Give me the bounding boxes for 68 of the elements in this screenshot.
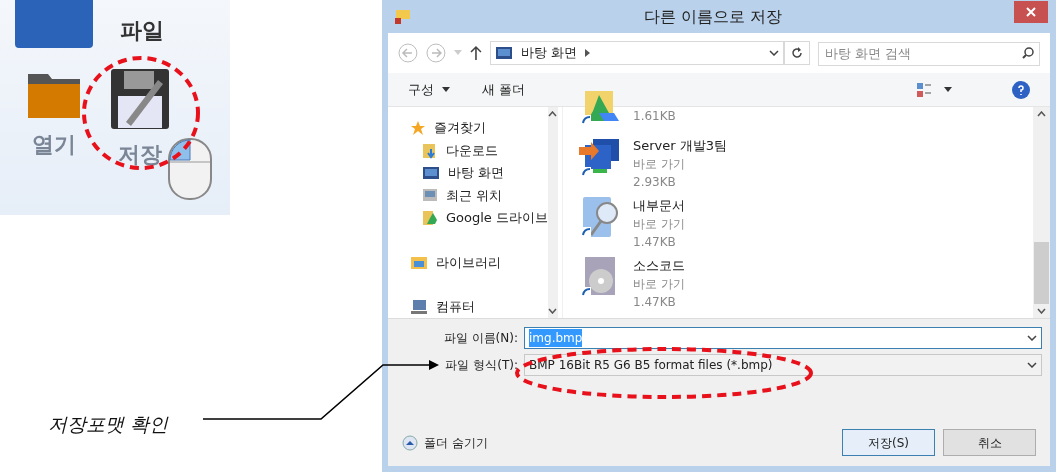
- star-icon: [410, 120, 426, 137]
- breadcrumb-arrow-icon: [584, 49, 590, 57]
- chevron-up-icon: [548, 111, 558, 117]
- forward-icon: [425, 43, 446, 63]
- file-name[interactable]: 내부문서: [633, 197, 685, 215]
- file-type: 바로 가기: [633, 156, 686, 173]
- dialog-button[interactable]: 저장(S): [842, 429, 935, 456]
- chevron-down-icon: [548, 308, 558, 314]
- search-field[interactable]: 바탕 화면 검색: [818, 41, 1040, 66]
- caret-icon: [944, 87, 952, 92]
- close-button[interactable]: [1014, 0, 1048, 23]
- nav-item[interactable]: 다운로드: [410, 139, 548, 162]
- search-icon: [1022, 47, 1034, 59]
- help-button[interactable]: [1012, 80, 1030, 99]
- file-size: 2.93KB: [633, 174, 677, 191]
- folder-icon: [422, 209, 438, 226]
- scrollbar[interactable]: [1033, 107, 1050, 318]
- toolbar-button[interactable]: 구성: [408, 79, 450, 100]
- nav-item[interactable]: 라이브러리: [410, 251, 548, 274]
- chevron-down-icon: [769, 50, 780, 56]
- window-title: 다른 이름으로 저장: [642, 5, 784, 28]
- toolbar-button[interactable]: 새 폴더: [482, 79, 526, 100]
- close-icon: [1026, 6, 1036, 17]
- recent-places-icon: [422, 187, 438, 204]
- annotation-text: 저장포맷 확인: [48, 412, 169, 437]
- dropdown-caret-icon: [453, 50, 462, 56]
- file-type: 바로 가기: [633, 276, 685, 293]
- nav-item[interactable]: 최근 위치: [410, 184, 548, 207]
- library-folder-icon: [410, 254, 428, 271]
- file-size: 1.47KB: [633, 234, 677, 251]
- nav-item[interactable]: Google 드라이브: [410, 206, 548, 230]
- refresh-icon: [791, 47, 804, 59]
- file-size: 1.47KB: [633, 294, 677, 311]
- view-options-button[interactable]: [916, 81, 952, 98]
- field-label: 파일 형식(T):: [445, 357, 518, 374]
- address-text: 바탕 화면: [520, 44, 577, 63]
- back-icon: [398, 43, 418, 63]
- file-name[interactable]: 소스코드: [633, 257, 685, 275]
- scrollbar[interactable]: [548, 107, 558, 318]
- nav-item[interactable]: 즐겨찾기: [410, 117, 548, 140]
- monitor-icon: [422, 166, 440, 181]
- nav-item[interactable]: 컴퓨터: [410, 295, 548, 318]
- chevron-down-icon: [1027, 362, 1037, 368]
- collapse-icon: [402, 434, 418, 451]
- folder-download-icon: [422, 142, 438, 159]
- caret-icon: [442, 87, 450, 92]
- computer-icon: [410, 298, 428, 315]
- chevron-down-icon: [1027, 335, 1037, 341]
- refresh-button[interactable]: [784, 41, 810, 65]
- field-label: 파일 이름(N):: [443, 330, 518, 347]
- up-arrow-icon: [469, 45, 482, 61]
- chevron-up-icon: [1037, 111, 1046, 117]
- magnifier-document-icon: [579, 195, 621, 239]
- file-name[interactable]: Server 개발3팀: [633, 137, 728, 155]
- question-mark-icon: [1018, 84, 1024, 95]
- dialog-button[interactable]: 취소: [943, 429, 1036, 456]
- view-icon: [916, 81, 932, 98]
- nav-item[interactable]: 바탕 화면: [410, 161, 548, 185]
- address-bar[interactable]: 바탕 화면: [489, 41, 785, 65]
- app-icon: [394, 8, 412, 25]
- file-type: 바로 가기: [633, 216, 685, 233]
- file-size: 1.61KB: [633, 108, 676, 125]
- scrollbar-thumb[interactable]: [1034, 242, 1049, 304]
- hide-folders-button[interactable]: 폴더 숨기기: [402, 433, 488, 452]
- ribbon-tab[interactable]: 파일: [120, 14, 164, 47]
- mouse-icon: [168, 138, 212, 200]
- monitor-icon: [494, 46, 513, 60]
- chevron-down-icon: [1037, 308, 1046, 314]
